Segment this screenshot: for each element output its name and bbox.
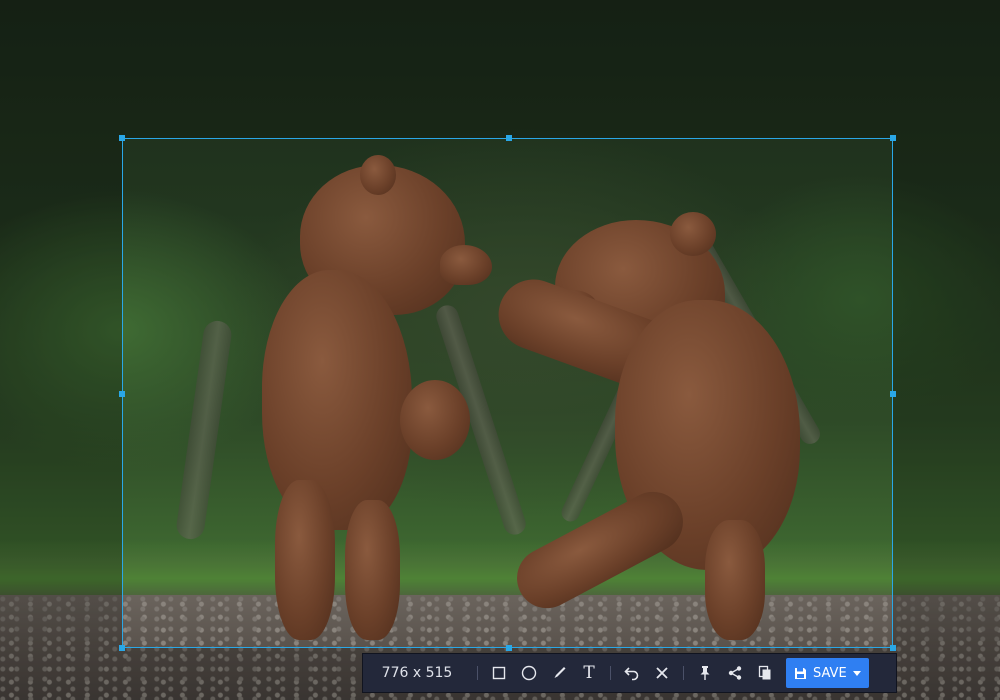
pen-tool-button[interactable] — [544, 658, 574, 688]
text-icon: T — [583, 663, 595, 683]
save-button-label: SAVE — [813, 665, 847, 681]
resize-handle-top[interactable] — [506, 135, 512, 141]
share-tool-button[interactable] — [720, 658, 750, 688]
share-icon — [728, 666, 742, 680]
toolbar-divider — [610, 666, 611, 680]
undo-icon — [624, 667, 639, 681]
ellipse-tool-button[interactable] — [514, 658, 544, 688]
resize-handle-top-left[interactable] — [119, 135, 125, 141]
resize-handle-left[interactable] — [119, 391, 125, 397]
close-tool-button[interactable] — [647, 658, 677, 688]
resize-handle-bottom-left[interactable] — [119, 645, 125, 651]
rectangle-tool-button[interactable] — [484, 658, 514, 688]
copy-tool-button[interactable] — [750, 658, 780, 688]
capture-selection[interactable] — [119, 135, 896, 651]
toolbar-divider — [683, 666, 684, 680]
undo-tool-button[interactable] — [617, 658, 647, 688]
chevron-down-icon[interactable] — [852, 670, 861, 676]
resize-handle-bottom-right[interactable] — [890, 645, 896, 651]
rectangle-icon — [492, 666, 506, 680]
capture-toolbar: 776 x 515 T SAVE — [362, 653, 897, 693]
pin-tool-button[interactable] — [690, 658, 720, 688]
close-icon — [656, 667, 668, 679]
pin-icon — [700, 666, 710, 680]
text-tool-button[interactable]: T — [574, 658, 604, 688]
copy-icon — [758, 665, 771, 680]
selection-size-label: 776 x 515 — [381, 665, 453, 681]
floppy-disk-icon — [795, 667, 806, 679]
pen-icon — [554, 667, 566, 678]
save-button[interactable]: SAVE — [786, 658, 869, 688]
toolbar-divider — [477, 666, 478, 680]
resize-handle-right[interactable] — [890, 391, 896, 397]
ellipse-icon — [521, 665, 537, 681]
resize-handle-bottom[interactable] — [506, 645, 512, 651]
resize-handle-top-right[interactable] — [890, 135, 896, 141]
